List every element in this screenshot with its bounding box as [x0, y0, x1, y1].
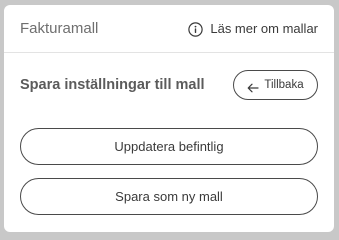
- panel-title: Fakturamall: [20, 20, 99, 37]
- learn-more-templates-link[interactable]: Läs mer om mallar: [188, 20, 318, 38]
- info-circle-icon: [188, 21, 204, 37]
- template-panel: Fakturamall Läs mer om mallar Spara inst…: [4, 5, 334, 232]
- update-existing-label: Uppdatera befintlig: [114, 139, 224, 154]
- section-title: Spara inställningar till mall: [20, 77, 205, 93]
- save-as-new-template-button[interactable]: Spara som ny mall: [20, 178, 318, 215]
- update-existing-button[interactable]: Uppdatera befintlig: [20, 128, 318, 165]
- panel-header: Fakturamall Läs mer om mallar: [4, 5, 334, 53]
- arrow-left-icon: [247, 80, 259, 93]
- back-button[interactable]: Tillbaka: [233, 70, 318, 100]
- save-as-new-label: Spara som ny mall: [115, 189, 223, 204]
- learn-more-label: Läs mer om mallar: [210, 21, 318, 36]
- back-button-label: Tillbaka: [264, 79, 304, 91]
